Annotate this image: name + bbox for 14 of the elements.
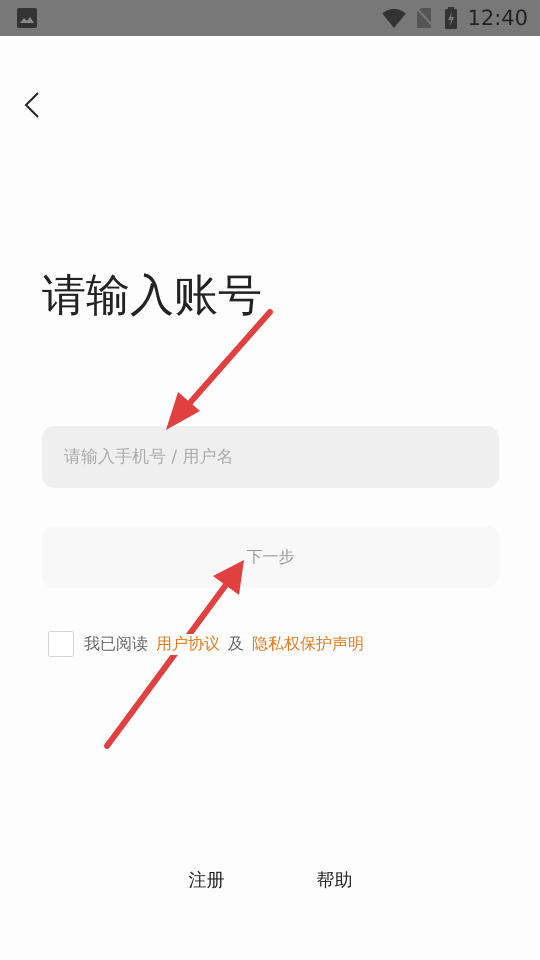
page-title: 请输入账号 — [42, 269, 263, 323]
battery-icon — [445, 7, 458, 29]
wifi-icon — [381, 8, 408, 28]
agreement-text: 我已阅读 — [84, 634, 148, 654]
image-icon — [17, 8, 37, 28]
footer-link[interactable]: 注册 — [188, 868, 224, 892]
clock-time: 12:40 — [467, 6, 528, 30]
back-icon[interactable] — [24, 92, 40, 118]
agreement-text: 及 — [228, 634, 244, 654]
footer-link[interactable]: 帮助 — [316, 868, 352, 892]
account-input-field[interactable]: 请输入手机号 / 用户名 — [42, 426, 499, 488]
policy-link[interactable]: 隐私权保护声明 — [252, 634, 364, 654]
policy-link[interactable]: 用户协议 — [156, 634, 220, 654]
agree-checkbox[interactable] — [48, 631, 74, 657]
